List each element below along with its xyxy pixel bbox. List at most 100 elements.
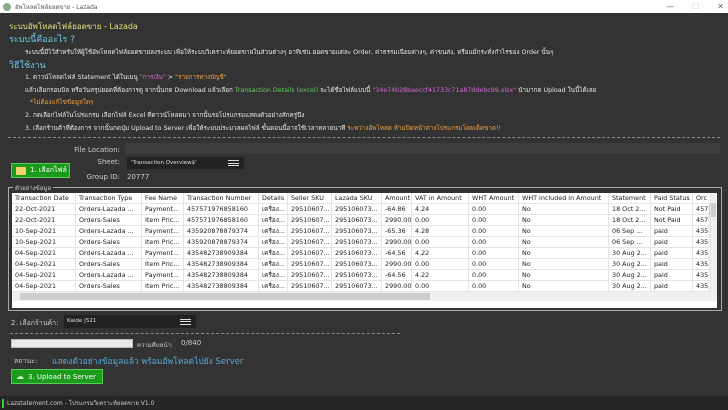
table-cell: Orders-Lazada ... [76,270,142,281]
shop-menu-button[interactable] [174,315,196,328]
minimize-button[interactable]: — [666,0,674,13]
step3: 3. เลือกร้านค้าที่ต้องการ จากนั้นกดปุ่ม … [25,123,501,133]
table-cell: 29510607... [288,226,332,237]
group-id-label: Group ID: [86,173,120,181]
step1b-text2: จะได้ชื่อไฟล์แบบนี้ [318,87,373,94]
column-header[interactable]: VAT in Amount [412,193,469,204]
table-cell: 04-Sep-2021 [12,259,76,270]
table-cell: No [519,281,609,292]
step2: 2. กดเลือกไฟล์ในโปรแกรม เลือกไฟล์ Excel … [25,112,305,119]
step3-warning: ระหว่างอัพโหลด ห้ามปิดหน้าต่างโปรแกรมโดย… [347,125,502,132]
sheet-select[interactable]: 'Transaction Overview$' [127,157,222,169]
horizontal-scrollbar[interactable] [12,292,708,301]
table-cell: เครื่อง... [259,237,288,248]
shop-select[interactable]: Kaide |521 [64,315,174,328]
table-row[interactable]: 22-Oct-2021 Orders-Lazada ... Payment... 45… [12,204,711,215]
group-id-value: 20777 [127,173,150,181]
status-label: สถานะ: [14,357,38,365]
table-cell: 04-Sep-2021 [12,270,76,281]
table-cell: เครื่อง... [259,204,288,215]
table-row[interactable]: 04-Sep-2021 Orders-Lazada ... Payment... 43… [12,270,711,281]
table-cell: 06 Sep ... [609,226,651,237]
table-row[interactable]: 04-Sep-2021 Orders-Sales Item Pric... 43548… [12,259,711,270]
table-cell: 2990.00 [382,215,412,226]
scroll-thumb[interactable] [20,293,430,300]
table-row[interactable]: 10-Sep-2021 Orders-Sales Item Pric... 43592… [12,237,711,248]
folder-icon [16,166,26,175]
step1: 1. ดาวน์โหลดไฟล์ Statement ได้ในเมนู "กา… [25,72,227,82]
column-header[interactable]: Details [259,193,288,204]
table-cell: 0.00 [412,215,469,226]
table-cell: 30 Aug 2... [609,248,651,259]
table-cell: เครื่อง... [259,248,288,259]
maximize-button[interactable]: ☐ [692,0,699,13]
column-header[interactable]: Transaction Type [76,193,142,204]
close-button[interactable]: ✕ [717,0,724,13]
table-cell: Item Pric... [142,237,184,248]
table-cell: เครื่อง... [259,281,288,292]
table-cell: Payment... [142,226,184,237]
column-header[interactable]: Amount [382,193,412,204]
table-row[interactable]: 10-Sep-2021 Orders-Lazada ... Payment... 43… [12,226,711,237]
sheet-menu-button[interactable] [222,157,244,169]
upload-button[interactable]: ☁ 3. Upload to Server [11,369,103,384]
table-cell: 4.28 [412,226,469,237]
column-header[interactable]: WHT included in Amount [519,193,609,204]
progress-bar [11,339,133,348]
column-header[interactable]: Transaction Date [12,193,76,204]
column-header[interactable]: Orc [693,193,711,204]
table-cell: เครื่อง... [259,270,288,281]
table-cell: Orders-Sales [76,259,142,270]
status-text: แสดงตัวอย่างข้อมูลแล้ว พร้อมอัพโหลดไปยัง… [52,357,244,367]
table-cell: 295106073... [332,248,382,259]
table-row[interactable]: 22-Oct-2021 Orders-Sales Item Pric... 45757… [12,215,711,226]
step1-note: *ไม่ต้องแก้ไขข้อมูลใดๆ [30,99,94,106]
column-header[interactable]: Transaction Number [184,193,259,204]
divider [8,137,720,138]
table-cell: 29510607... [288,281,332,292]
column-header[interactable]: Fee Name [142,193,184,204]
table-cell: paid [651,248,693,259]
howto-title: วิธีใช้งาน [9,61,46,71]
table-cell: 29510607... [288,204,332,215]
step1-separator: > [165,74,176,81]
table-cell: 0.00 [469,248,519,259]
column-header[interactable]: Paid Status [651,193,693,204]
table-cell: 10-Sep-2021 [12,237,76,248]
table-cell: 457 [693,204,711,215]
table-cell: 435 [693,281,711,292]
column-header[interactable]: Statement [609,193,651,204]
step1b: แล้วเลือกรอบบิล หรือวันสรุปยอดที่ต้องการ… [25,85,596,95]
table-cell: 435 [693,237,711,248]
table-cell: No [519,259,609,270]
column-header[interactable]: WHT Amount [469,193,519,204]
what-title: ระบบนี้คืออะไร ? [9,35,75,45]
preview-table[interactable]: Transaction Date Transaction Type Fee Name… [12,193,717,308]
table-cell: -65.36 [382,226,412,237]
table-cell: 295106073... [332,226,382,237]
table-cell: 0.00 [469,237,519,248]
file-location-label: File Location: [74,146,120,154]
table-cell: 295106073... [332,281,382,292]
table-cell: 435482738809384 [184,270,259,281]
table-cell: 29510607... [288,259,332,270]
column-header[interactable]: Seller SKU [288,193,332,204]
table-cell: Orders-Lazada ... [76,204,142,215]
table-cell: 435482738809384 [184,281,259,292]
table-cell: paid [651,281,693,292]
table-cell: -64.86 [382,204,412,215]
title-bar: อัพโหลดไฟล์ยอดขาย - Lazada — ☐ ✕ [0,0,728,13]
column-header[interactable]: Lazada SKU [332,193,382,204]
table-cell: 04-Sep-2021 [12,281,76,292]
table-cell: 30 Aug 2... [609,281,651,292]
footer-accent [2,398,4,408]
divider [10,333,400,334]
table-cell: paid [651,237,693,248]
table-row[interactable]: 04-Sep-2021 Orders-Lazada ... Payment... 43… [12,248,711,259]
table-header[interactable]: Transaction Date Transaction Type Fee Name… [12,193,711,204]
step1-menu-finance: "การเงิน" [139,74,166,81]
step1b-text: แล้วเลือกรอบบิล หรือวันสรุปยอดที่ต้องการ… [25,87,235,94]
file-location-field[interactable] [125,143,720,154]
table-row[interactable]: 04-Sep-2021 Orders-Sales Item Pric... 43548… [12,281,711,292]
table-cell: Item Pric... [142,215,184,226]
